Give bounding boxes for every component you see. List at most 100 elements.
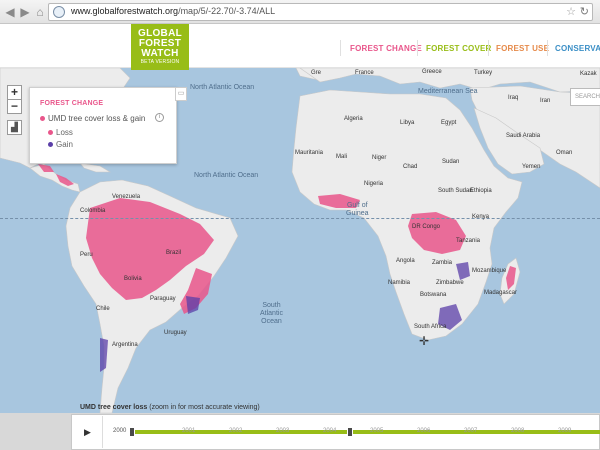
country-label: Bolivia xyxy=(124,276,142,282)
timeline-title: UMD tree cover loss (zoom in for most ac… xyxy=(80,404,260,411)
timeline-track[interactable] xyxy=(131,430,600,434)
nav-divider xyxy=(417,40,418,56)
tab-forest-cover[interactable]: FOREST COVER xyxy=(426,44,492,53)
year-label-2003[interactable]: 2003 xyxy=(276,428,289,434)
timeline-start-handle[interactable] xyxy=(129,427,135,437)
country-label: Libya xyxy=(400,120,415,126)
country-label: France xyxy=(355,70,374,76)
logo-line-3: WATCH xyxy=(141,48,179,59)
country-label: Namibia xyxy=(388,280,411,286)
search-input[interactable]: SEARCH xyxy=(570,88,600,106)
ocean-label-north-atlantic: North Atlantic Ocean xyxy=(190,84,254,92)
gain-swatch-icon xyxy=(48,142,53,148)
country-label: Niger xyxy=(372,155,387,161)
country-label: Colombia xyxy=(80,208,106,214)
country-label: Oman xyxy=(556,150,573,156)
zoom-in-button[interactable]: + xyxy=(7,85,22,100)
arrow-left-icon[interactable]: ◀ xyxy=(2,4,18,20)
land-caribbean xyxy=(79,162,112,173)
country-label: Kazak xyxy=(580,71,597,77)
tab-forest-use[interactable]: FOREST USE xyxy=(496,44,549,53)
year-label-2005[interactable]: 2005 xyxy=(370,428,383,434)
year-label-2002[interactable]: 2002 xyxy=(229,428,242,434)
ocean-label-south-atlantic: South Atlantic Ocean xyxy=(260,302,283,326)
nav-divider xyxy=(340,40,341,56)
tab-conservation[interactable]: CONSERVATIO xyxy=(555,44,600,53)
star-icon[interactable]: ☆ xyxy=(566,5,576,18)
country-label: Uruguay xyxy=(164,330,187,336)
ocean-label-text: South Atlantic Ocean xyxy=(260,302,283,325)
country-label: Nigeria xyxy=(364,181,384,187)
tab-forest-change[interactable]: FOREST CHANGE xyxy=(350,44,422,53)
country-label: South Africa xyxy=(414,324,447,330)
country-label: Zambia xyxy=(432,260,453,266)
country-label: Iraq xyxy=(508,95,519,101)
ocean-label-text: North Atlantic Ocean xyxy=(194,172,259,179)
country-label: Kenya xyxy=(472,214,490,220)
year-label-2007[interactable]: 2007 xyxy=(464,428,477,434)
country-label: Angola xyxy=(396,258,415,264)
year-label-2008[interactable]: 2008 xyxy=(511,428,524,434)
nav-divider xyxy=(547,40,548,56)
ocean-label-text: Mediterranean Sea xyxy=(418,88,478,95)
country-label: Chad xyxy=(403,164,418,170)
country-label: Mali xyxy=(336,154,348,160)
url-path: /map/5/-22.70/-3.74/ALL xyxy=(178,6,276,16)
globe-icon xyxy=(53,6,65,18)
country-label: DR Congo xyxy=(412,224,441,230)
year-label-2004[interactable]: 2004 xyxy=(323,428,336,434)
ocean-label-text: Gulf of Guinea xyxy=(346,202,369,217)
gfw-logo[interactable]: GLOBAL FOREST WATCH BETA VERSION xyxy=(131,24,189,70)
refresh-icon[interactable]: ↻ xyxy=(580,5,589,18)
country-label: Iran xyxy=(540,98,551,104)
country-label: Ethiopia xyxy=(470,188,492,194)
ocean-label-gulf-guinea: Gulf of Guinea xyxy=(346,202,369,218)
country-label: Greece xyxy=(422,69,442,75)
country-label: Botswana xyxy=(420,292,447,298)
ocean-label-mediterranean: Mediterranean Sea xyxy=(418,88,478,96)
country-label: Mauritania xyxy=(295,150,324,156)
info-icon[interactable]: i xyxy=(155,113,164,122)
country-label: Yemen xyxy=(522,164,541,170)
arrow-right-icon[interactable]: ▶ xyxy=(17,4,33,20)
collapse-icon[interactable]: ▭ xyxy=(175,87,187,101)
timeline-end-handle[interactable] xyxy=(347,427,353,437)
equator-line xyxy=(0,218,600,219)
country-label: Mozambique xyxy=(472,268,507,274)
country-label: Saudi Arabia xyxy=(506,133,541,139)
country-label: Egypt xyxy=(441,120,457,126)
play-button[interactable]: ▶ xyxy=(73,416,103,448)
year-label-2001[interactable]: 2001 xyxy=(182,428,195,434)
country-label: Madagascar xyxy=(484,290,518,296)
legend-item-loss: Loss xyxy=(48,128,73,137)
legend-panel: FOREST CHANGE UMD tree cover loss & gain… xyxy=(29,87,177,164)
url-text[interactable]: www.globalforestwatch.org/map/5/-22.70/-… xyxy=(71,6,275,16)
chart-icon[interactable]: ▟ xyxy=(7,120,22,135)
crosshair-cursor-icon: ✛ xyxy=(419,334,430,348)
nav-divider xyxy=(488,40,489,56)
legend-layer-toggle[interactable]: UMD tree cover loss & gain xyxy=(40,114,145,123)
year-label-2009[interactable]: 2009 xyxy=(558,428,571,434)
layer-dot-icon xyxy=(40,116,45,122)
legend-loss-label: Loss xyxy=(56,128,73,137)
country-label: Chile xyxy=(96,306,110,312)
ocean-label-north-atlantic-lower: North Atlantic Ocean xyxy=(194,172,258,180)
home-icon[interactable]: ⌂ xyxy=(32,4,48,20)
legend-item-gain: Gain xyxy=(48,140,73,149)
country-label: Paraguay xyxy=(150,296,176,302)
land-central-america xyxy=(29,163,81,193)
country-label: Zimbabwe xyxy=(436,280,464,286)
country-label: Gre xyxy=(311,70,322,76)
gain-brazil-south xyxy=(186,296,200,314)
ocean-label-text: North Atlantic Ocean xyxy=(190,84,255,91)
timeline-title-note: (zoom in for most accurate viewing) xyxy=(149,404,260,411)
country-label: Peru xyxy=(80,252,93,258)
country-label: Tanzania xyxy=(456,238,481,244)
address-bar[interactable]: www.globalforestwatch.org/map/5/-22.70/-… xyxy=(48,3,593,21)
zoom-out-button[interactable]: − xyxy=(7,99,22,114)
year-label-2006[interactable]: 2006 xyxy=(417,428,430,434)
country-label: Venezuela xyxy=(112,194,141,200)
year-label-2000[interactable]: 2000 xyxy=(113,428,126,434)
country-label: Argentina xyxy=(112,342,138,348)
legend-title: FOREST CHANGE xyxy=(40,100,104,107)
